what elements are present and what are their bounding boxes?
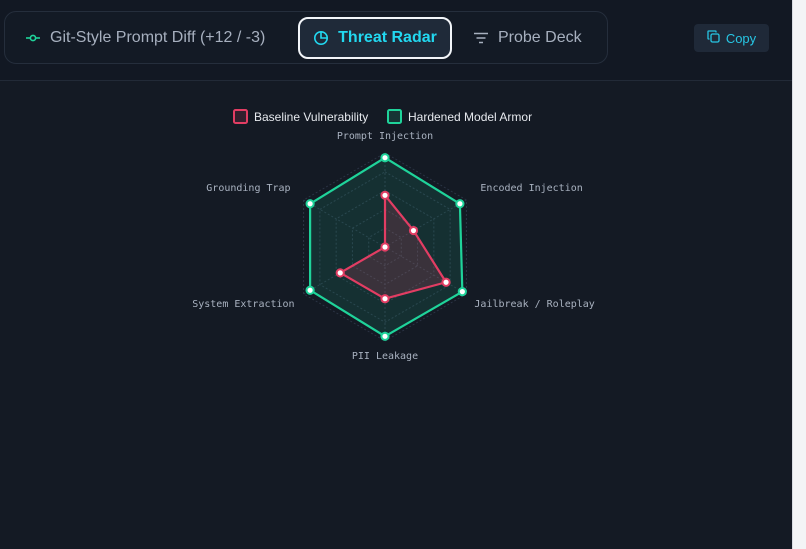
- scrollbar[interactable]: [792, 0, 806, 549]
- axis-label: Prompt Injection: [337, 131, 433, 142]
- legend-label: Baseline Vulnerability: [254, 110, 368, 124]
- filter-lines-icon: [473, 30, 489, 46]
- data-point: [380, 331, 390, 341]
- tab-label: Threat Radar: [338, 29, 437, 46]
- commit-icon: [25, 30, 41, 46]
- tab-threat-radar[interactable]: Threat Radar: [298, 17, 452, 59]
- data-point: [457, 287, 467, 297]
- data-point: [380, 242, 390, 252]
- axis-label: System Extraction: [192, 299, 294, 310]
- data-point: [305, 285, 315, 295]
- data-point: [380, 153, 390, 163]
- axis-label: Encoded Injection: [480, 183, 582, 194]
- copy-button[interactable]: Copy: [694, 24, 769, 52]
- data-point: [455, 199, 465, 209]
- pie-chart-icon: [313, 30, 329, 46]
- threat-radar-chart: Prompt Injection Encoded Injection Jailbre…: [192, 109, 595, 362]
- legend-swatch: [387, 109, 402, 124]
- data-point: [335, 268, 345, 278]
- tab-prompt-diff[interactable]: Git-Style Prompt Diff (+12 / -3): [25, 17, 265, 59]
- data-point: [441, 277, 451, 287]
- legend-swatch: [233, 109, 248, 124]
- copy-icon: [707, 30, 720, 46]
- copy-label: Copy: [725, 30, 757, 46]
- top-toolbar: Git-Style Prompt Diff (+12 / -3) Threat …: [0, 0, 792, 81]
- data-point: [305, 199, 315, 209]
- axis-label: PII Leakage: [352, 351, 418, 362]
- axis-label: Grounding Trap: [206, 183, 290, 194]
- axis-label: Jailbreak / Roleplay: [474, 299, 594, 310]
- data-point: [380, 294, 390, 304]
- data-point: [408, 225, 419, 236]
- data-point: [380, 190, 390, 200]
- view-tab-group: Git-Style Prompt Diff (+12 / -3) Threat …: [4, 11, 608, 64]
- legend-label: Hardened Model Armor: [408, 110, 532, 124]
- tab-label: Probe Deck: [498, 29, 582, 46]
- tab-label: Git-Style Prompt Diff (+12 / -3): [50, 29, 266, 46]
- tab-probe-deck[interactable]: Probe Deck: [473, 17, 582, 59]
